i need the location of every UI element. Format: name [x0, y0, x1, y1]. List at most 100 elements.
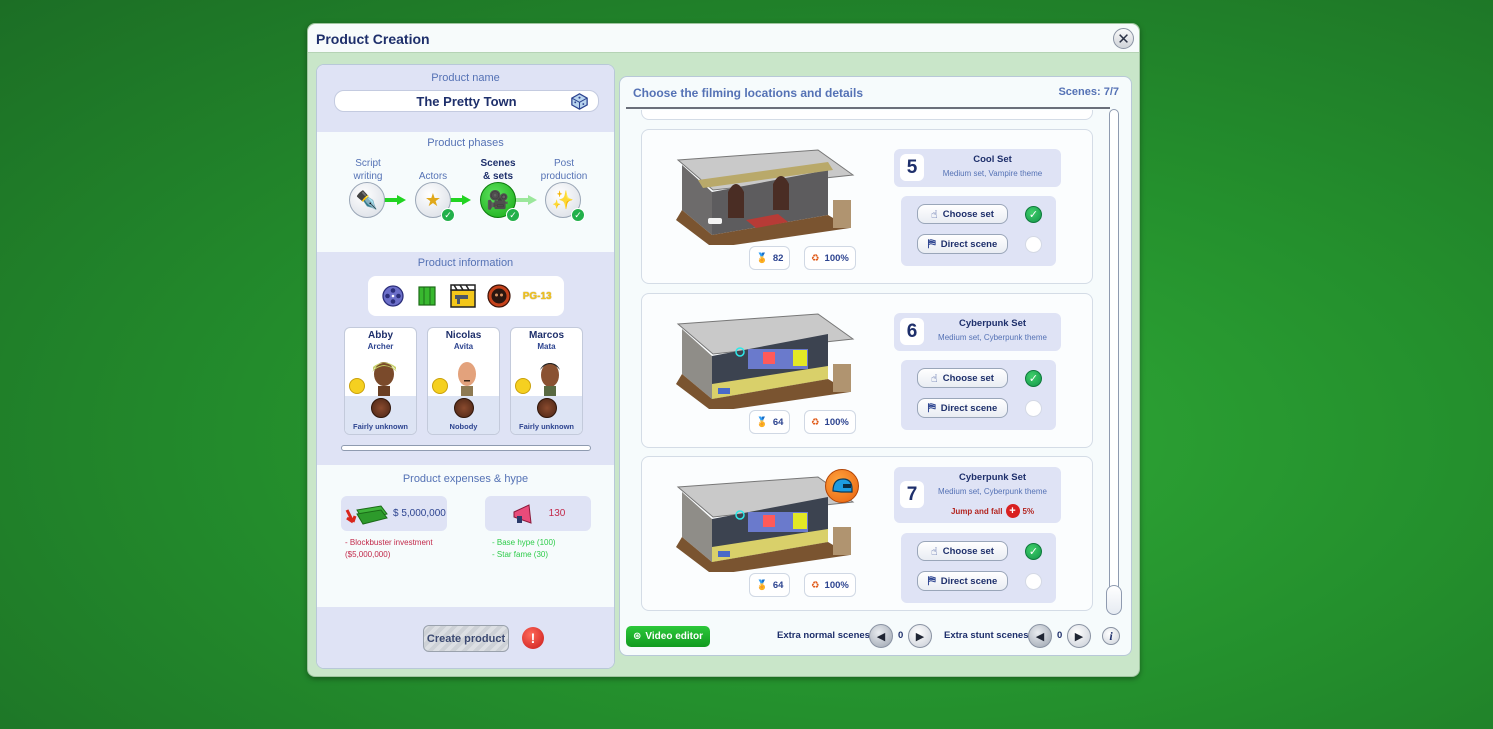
phase-arrow	[449, 195, 471, 205]
scene-number: 6	[900, 318, 924, 345]
actor-fame: Fairly unknown	[352, 422, 408, 431]
product-name-input[interactable]: The Pretty Town	[334, 90, 599, 112]
info-icon: i	[1109, 628, 1113, 643]
choose-set-button[interactable]: ☝ Choose set	[917, 368, 1008, 388]
scene-number: 5	[900, 154, 924, 181]
actor-card[interactable]: Abby Archer Fairly unknown	[344, 327, 417, 435]
plus-icon: +	[1005, 504, 1020, 518]
fame-level-icon	[537, 398, 557, 418]
choose-set-button[interactable]: ☝ Choose set	[917, 204, 1008, 224]
rating-icon[interactable]: PG-13	[521, 283, 553, 309]
actor-avatar	[540, 363, 560, 398]
actor-avatar	[372, 362, 397, 398]
set-quality-badge: 🏅 64	[749, 573, 791, 597]
refresh-icon: ♻	[811, 416, 820, 428]
scenes-scrollbar[interactable]	[1106, 109, 1122, 615]
set-chosen-check: ✓	[1025, 543, 1042, 560]
phase-script-writing-button[interactable]: ✒️	[349, 182, 385, 218]
scenes-count: Scenes: 7/7	[1058, 86, 1119, 98]
product-information-section: Product information PG-13 Abby Archer Fa…	[317, 252, 614, 465]
product-summary-panel: Product name The Pretty Town Product pha…	[316, 64, 615, 669]
actor-last-name: Archer	[367, 342, 394, 351]
award-icon: 🏅	[756, 252, 768, 264]
close-button[interactable]: ✕	[1113, 28, 1134, 49]
video-editor-button[interactable]: ⊛ Video editor	[626, 626, 710, 647]
director-chair-icon: ⛿	[927, 237, 936, 250]
star-icon: ★	[424, 189, 442, 210]
hype-box: 130	[485, 496, 591, 531]
set-chosen-check: ✓	[1025, 206, 1042, 223]
actor-card[interactable]: Marcos Mata Fairly unknown	[510, 327, 583, 435]
product-name-value: The Pretty Town	[416, 93, 517, 109]
scene-set-name: Cool Set	[973, 154, 1012, 165]
scene-directed-status	[1025, 573, 1042, 590]
extra-normal-increase-button[interactable]: ▶	[908, 624, 932, 648]
rating-text: PG-13	[522, 290, 552, 302]
phase-label-post-production: Post production	[540, 158, 588, 182]
set-condition-badge: ♻ 100%	[804, 410, 856, 434]
extra-stunt-increase-button[interactable]: ▶	[1067, 624, 1091, 648]
product-attributes: PG-13	[368, 276, 564, 316]
set-condition-badge: ♻ 100%	[804, 246, 856, 270]
hand-point-icon: ☝	[931, 208, 938, 221]
extra-stunt-scenes-label: Extra stunt scenes:	[944, 630, 1032, 641]
fame-level-icon	[454, 398, 474, 418]
clapperboard-gun-icon[interactable]	[450, 283, 476, 309]
pen-icon: ✒️	[355, 189, 379, 210]
scene-actions: ☝ Choose set ✓ ⛿ Direct scene	[901, 360, 1056, 430]
window-title: Product Creation	[316, 31, 430, 47]
scene-set-description: Medium set, Vampire theme	[942, 169, 1043, 178]
actor-last-name: Avita	[453, 342, 474, 351]
dice-icon[interactable]	[571, 93, 588, 110]
set-quality-badge: 🏅 64	[749, 410, 791, 434]
money-stack-icon[interactable]	[414, 283, 440, 309]
extra-normal-decrease-button[interactable]: ◀	[869, 624, 893, 648]
scene-header: 6 Cyberpunk Set Medium set, Cyberpunk th…	[894, 313, 1061, 351]
product-information-label: Product information	[417, 257, 514, 269]
film-reel-icon: ⊛	[633, 631, 642, 642]
direct-scene-button[interactable]: ⛿ Direct scene	[917, 398, 1008, 418]
scene-set-name: Cyberpunk Set	[958, 472, 1027, 483]
mask-icon[interactable]	[486, 283, 512, 309]
direct-scene-button[interactable]: ⛿ Direct scene	[917, 571, 1008, 591]
phase-arrow	[515, 195, 537, 205]
direct-scene-button[interactable]: ⛿ Direct scene	[917, 234, 1008, 254]
phase-label-script-writing: Script writing	[353, 158, 383, 182]
scene-card: 🏅 64 ♻ 100% 7 Cyberpunk Set Medium set, Cy…	[641, 456, 1093, 611]
scrollbar-thumb[interactable]	[1106, 585, 1122, 615]
actors-scrollbar[interactable]	[341, 445, 591, 451]
info-button[interactable]: i	[1102, 627, 1120, 645]
actor-first-name: Abby	[368, 330, 393, 341]
scene-header: 5 Cool Set Medium set, Vampire theme	[894, 149, 1061, 187]
award-icon: 🏅	[756, 416, 768, 428]
actor-avatar	[458, 362, 476, 398]
magic-wand-icon: ✨	[551, 189, 575, 210]
cost-notes: - Blockbuster investment ($5,000,000)	[345, 538, 433, 559]
check-icon: ✓	[506, 208, 520, 222]
actor-fame: Fairly unknown	[518, 422, 574, 431]
product-name-label: Product name	[431, 72, 500, 84]
product-phases-section: Product phases Script writing Actors Scen…	[317, 132, 614, 252]
award-icon: 🏅	[756, 579, 768, 591]
money-cost-icon	[345, 504, 388, 525]
product-creation-window: Product Creation ✕ Product name The Pret…	[307, 23, 1140, 677]
product-phases-label: Product phases	[427, 137, 504, 149]
actor-fame: Nobody	[449, 422, 478, 431]
set-condition-badge: ♻ 100%	[804, 573, 856, 597]
director-chair-icon: ⛿	[927, 401, 936, 414]
extra-stunt-decrease-button[interactable]: ◀	[1028, 624, 1052, 648]
create-section: Create product !	[317, 607, 614, 668]
film-reel-icon[interactable]	[379, 283, 405, 309]
camera-icon: 🎥	[486, 189, 510, 210]
refresh-icon: ♻	[811, 252, 820, 264]
warning-icon[interactable]: !	[522, 627, 544, 649]
cost-value: $ 5,000,000	[393, 508, 446, 519]
scene-set-description: Medium set, Cyberpunk theme	[938, 487, 1047, 496]
scene-set-description: Medium set, Cyberpunk theme	[938, 333, 1047, 342]
scene-card: 🏅 64 ♻ 100% 6 Cyberpunk Set Medium set, Cy…	[641, 293, 1093, 448]
create-product-button[interactable]: Create product	[423, 625, 509, 652]
scenes-footer: ⊛ Video editor Extra normal scenes: ◀ 0 ▶…	[620, 617, 1131, 655]
choose-set-button[interactable]: ☝ Choose set	[917, 541, 1008, 561]
actor-card[interactable]: Nicolas Avita Nobody	[427, 327, 500, 435]
extra-normal-scenes-value: 0	[898, 630, 904, 641]
